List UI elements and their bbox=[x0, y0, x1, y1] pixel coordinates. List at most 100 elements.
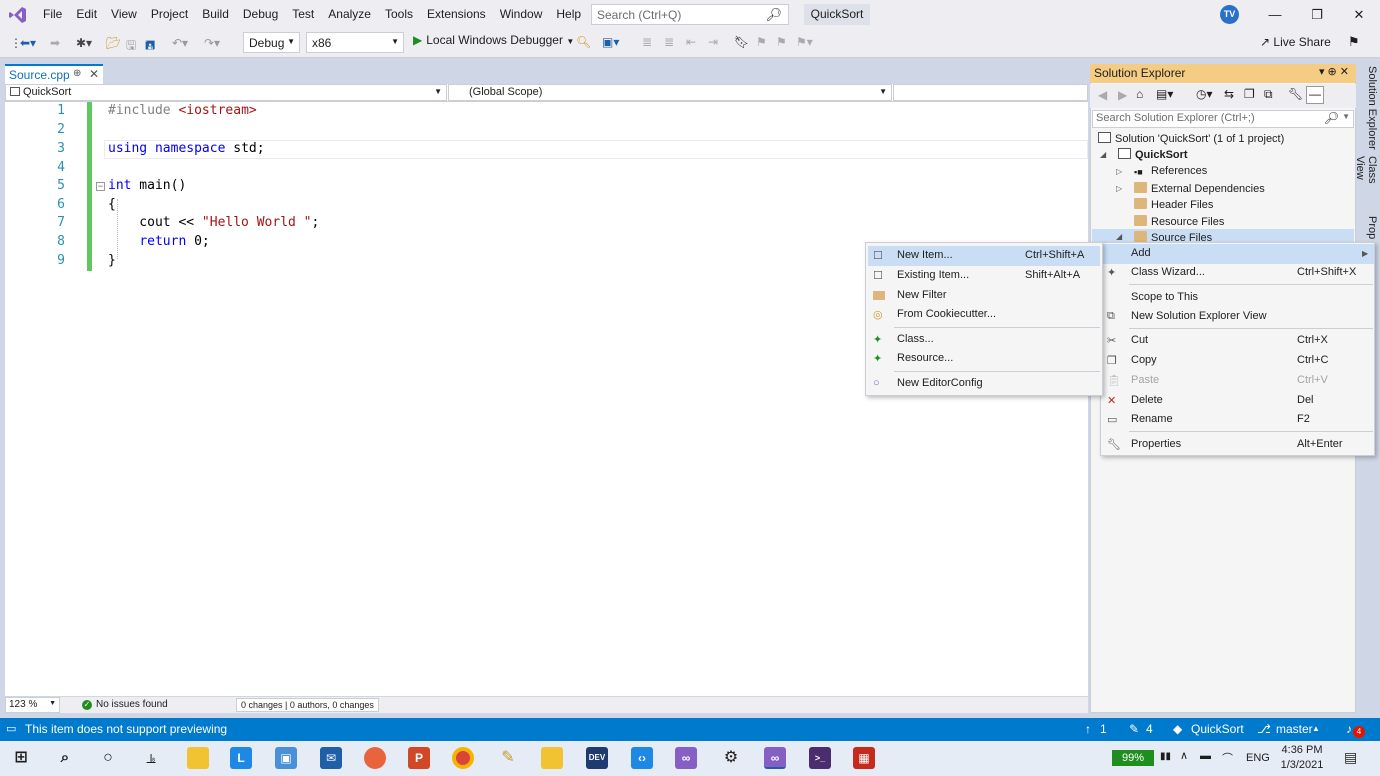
menu-extensions[interactable]: Extensions bbox=[420, 0, 493, 29]
save-all-icon[interactable]: 🖪 bbox=[145, 36, 155, 57]
wifi-icon[interactable]: ⌒ bbox=[1222, 750, 1233, 766]
project-dropdown[interactable]: QuickSort ▼ bbox=[5, 84, 447, 101]
powerpoint-icon[interactable]: P bbox=[408, 747, 430, 769]
power-icon[interactable]: ▬ bbox=[1200, 750, 1211, 762]
restore-button[interactable]: ❐ bbox=[1296, 0, 1338, 29]
menu-item-cut[interactable]: ✂ Cut Ctrl+X bbox=[1101, 331, 1374, 351]
paint-icon[interactable]: ✎ bbox=[497, 747, 519, 769]
settings-gear-icon[interactable]: ⚙ bbox=[720, 747, 742, 769]
cortana-icon[interactable]: ○ bbox=[97, 747, 119, 769]
pin-icon[interactable]: ⊕ bbox=[73, 68, 81, 79]
unpushed-count[interactable]: 1 bbox=[1100, 722, 1107, 736]
codelens-changes[interactable]: 0 changes | 0 authors, 0 changes bbox=[236, 698, 379, 712]
menu-item-new-solution-explorer-view[interactable]: ⧉ New Solution Explorer View bbox=[1101, 307, 1374, 327]
feedback-icon[interactable]: ⚑ bbox=[1348, 34, 1360, 50]
menu-help[interactable]: Help bbox=[549, 0, 588, 29]
menu-item-new-filter[interactable]: New Filter bbox=[868, 286, 1100, 306]
menu-project[interactable]: Project bbox=[144, 0, 195, 29]
bell-icon[interactable]: ♪ bbox=[1346, 722, 1352, 736]
collapse-all-icon[interactable]: ❐ bbox=[1244, 87, 1255, 101]
menu-debug[interactable]: Debug bbox=[236, 0, 285, 29]
firefox-icon[interactable] bbox=[364, 747, 386, 769]
vs-code-icon[interactable]: ‹› bbox=[631, 747, 653, 769]
zoom-dropdown[interactable]: 123 % ▼ bbox=[5, 697, 60, 713]
search-input[interactable]: Search (Ctrl+Q) 🔎︎ bbox=[591, 4, 789, 25]
prev-bookmark-icon[interactable]: ⚑ bbox=[756, 35, 767, 49]
menu-item-new-editorconfig[interactable]: ○ New EditorConfig bbox=[868, 374, 1100, 394]
bookmark-icon[interactable]: 🔖︎ bbox=[734, 35, 749, 49]
menu-analyze[interactable]: Analyze bbox=[321, 0, 378, 29]
platform-dropdown[interactable]: x86 ▼ bbox=[306, 32, 404, 53]
visual-studio-preview-icon[interactable]: ∞ bbox=[675, 747, 697, 769]
menu-item-copy[interactable]: ❐ Copy Ctrl+C bbox=[1101, 351, 1374, 371]
menu-item-existing-item[interactable]: ☐ Existing Item... Shift+Alt+A bbox=[868, 266, 1100, 286]
back-icon[interactable]: ◀ bbox=[1098, 88, 1107, 102]
dev-app-icon[interactable]: DEV bbox=[586, 747, 608, 769]
scope-dropdown[interactable]: (Global Scope) ▼ bbox=[448, 84, 892, 101]
menu-tools[interactable]: Tools bbox=[378, 0, 420, 29]
show-all-files-icon[interactable]: ⧉ bbox=[1264, 87, 1273, 102]
collapsed-arrow-icon[interactable]: ▷ bbox=[1116, 184, 1122, 193]
properties-icon[interactable]: 🔧︎ bbox=[1288, 87, 1303, 101]
tree-item-references[interactable]: ▪■ References bbox=[1134, 165, 1207, 178]
menu-item-class[interactable]: ✦ Class... bbox=[868, 330, 1100, 350]
forward-icon[interactable]: ▶ bbox=[1118, 88, 1127, 102]
collapsed-arrow-icon[interactable]: ▷ bbox=[1116, 167, 1122, 176]
side-tab-solution-explorer[interactable]: Solution Explorer bbox=[1358, 66, 1378, 150]
menu-view[interactable]: View bbox=[104, 0, 144, 29]
browse-icon[interactable]: 🔍︎ bbox=[576, 35, 591, 49]
menu-item-class-wizard[interactable]: ✦ Class Wizard... Ctrl+Shift+X bbox=[1101, 263, 1374, 283]
side-tab-properties[interactable]: Prop bbox=[1358, 216, 1378, 244]
solution-explorer-title-bar[interactable]: Solution Explorer ▾⊕✕ bbox=[1090, 64, 1356, 83]
home-icon[interactable]: ⌂ bbox=[1136, 87, 1143, 101]
close-tab-icon[interactable]: ✕ bbox=[89, 67, 99, 81]
visual-studio-icon[interactable]: ∞ bbox=[764, 747, 786, 769]
menu-item-resource[interactable]: ✦ Resource... bbox=[868, 349, 1100, 369]
collapse-icon[interactable]: − bbox=[96, 182, 105, 191]
tab-source-cpp[interactable]: Source.cpp ⊕ ✕ bbox=[5, 64, 103, 84]
start-debugger-button[interactable]: ▶ Local Windows Debugger ▼ bbox=[413, 33, 574, 47]
clock[interactable]: 4:36 PM 1/3/2021 bbox=[1276, 743, 1328, 773]
redo-icon[interactable]: ↷▾ bbox=[204, 36, 220, 50]
battery-indicator[interactable]: 99% bbox=[1112, 750, 1154, 766]
menu-build[interactable]: Build bbox=[195, 0, 236, 29]
panel-window-controls[interactable]: ▾⊕✕ bbox=[1319, 65, 1352, 78]
screenshot-icon[interactable]: ▣▾ bbox=[602, 35, 619, 49]
outdent-icon[interactable]: ⇤ bbox=[686, 35, 696, 49]
menu-window[interactable]: Window bbox=[493, 0, 550, 29]
configuration-dropdown[interactable]: Debug ▼ bbox=[243, 32, 300, 53]
mail-icon[interactable]: ✉ bbox=[320, 747, 342, 769]
search-icon[interactable]: ⌕ bbox=[54, 747, 76, 769]
menu-test[interactable]: Test bbox=[285, 0, 321, 29]
open-folder-icon[interactable]: 📂︎ bbox=[106, 36, 121, 50]
tree-item-solution[interactable]: Solution 'QuickSort' (1 of 1 project) bbox=[1098, 132, 1284, 145]
menu-item-properties[interactable]: 🔧︎ Properties Alt+Enter bbox=[1101, 435, 1374, 455]
comment-icon[interactable]: ≣ bbox=[642, 35, 652, 49]
avatar[interactable]: TV bbox=[1220, 5, 1239, 24]
folder-icon[interactable] bbox=[541, 747, 563, 769]
console-icon[interactable]: >_ bbox=[809, 747, 831, 769]
menu-item-new-item[interactable]: ☐ New Item... Ctrl+Shift+A bbox=[868, 246, 1100, 266]
indent-icon[interactable]: ⇥ bbox=[708, 35, 718, 49]
contacts-app-icon[interactable]: ▣ bbox=[275, 747, 297, 769]
tree-item-project[interactable]: QuickSort bbox=[1118, 148, 1188, 161]
app-icon[interactable]: ▦ bbox=[853, 747, 875, 769]
menu-item-add[interactable]: Add ▶ bbox=[1101, 244, 1374, 264]
menu-item-from-cookiecutter[interactable]: ◎ From Cookiecutter... bbox=[868, 305, 1100, 325]
chrome-icon[interactable] bbox=[452, 747, 474, 769]
menu-edit[interactable]: Edit bbox=[69, 0, 104, 29]
preview-selected-icon[interactable]: — bbox=[1306, 86, 1324, 104]
expanded-arrow-icon[interactable]: ◢ bbox=[1100, 150, 1106, 159]
clear-bookmarks-icon[interactable]: ⚑▾ bbox=[796, 35, 813, 49]
new-project-icon[interactable]: ✱▾ bbox=[76, 36, 92, 50]
sync-icon[interactable]: ⇆ bbox=[1224, 87, 1234, 101]
windows-start-icon[interactable]: ⊞ bbox=[10, 747, 32, 769]
file-explorer-icon[interactable] bbox=[187, 747, 209, 769]
member-dropdown[interactable] bbox=[893, 84, 1088, 101]
menu-file[interactable]: File bbox=[36, 0, 69, 29]
save-icon[interactable]: 🖫 bbox=[126, 36, 136, 57]
repo-name[interactable]: QuickSort bbox=[1191, 722, 1244, 736]
back-icon[interactable]: ⬅▾ bbox=[20, 36, 36, 50]
tree-item-header-files[interactable]: Header Files bbox=[1134, 198, 1213, 211]
language-indicator[interactable]: ENG bbox=[1246, 752, 1270, 764]
